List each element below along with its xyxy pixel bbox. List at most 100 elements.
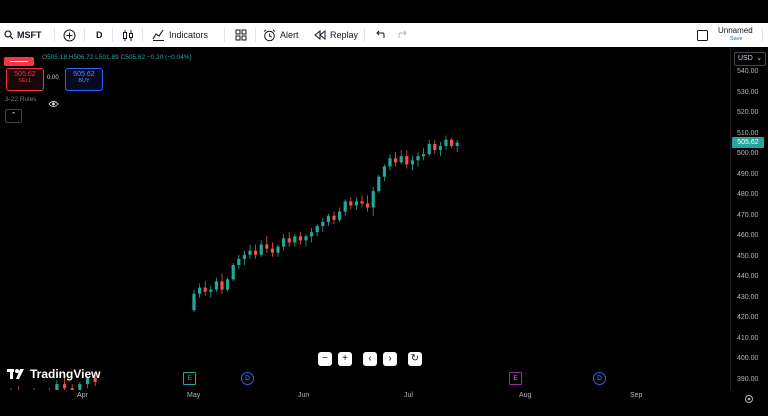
price-tick-label: 440.00 (737, 273, 759, 281)
price-tick-label: 430.00 (737, 293, 759, 301)
candle-up (444, 139, 448, 146)
toolbar-divider (364, 28, 365, 42)
earnings-event-marker[interactable]: E (509, 372, 522, 385)
price-tick-label: 500.00 (737, 150, 759, 158)
redo-button[interactable] (398, 23, 409, 47)
zoom-out-button[interactable]: − (318, 352, 332, 366)
checkbox-icon (697, 29, 708, 41)
price-tick-label: 490.00 (737, 170, 759, 178)
time-tick-label: Sep (630, 392, 643, 399)
reset-chart-button[interactable]: ↻ (408, 352, 422, 366)
candle-up (304, 236, 308, 241)
time-tick-label: Jun (298, 392, 310, 399)
dividend-event-marker[interactable]: D (593, 372, 606, 385)
candle-down (360, 201, 364, 204)
low-value: 501.89 (98, 54, 119, 61)
time-tick-label: May (187, 392, 201, 399)
candle-up (237, 258, 241, 266)
candlestick-chart[interactable] (0, 48, 730, 390)
candlestick-icon (122, 29, 134, 42)
chevron-left-icon: ‹ (368, 353, 372, 364)
save-label[interactable]: Save (730, 36, 743, 42)
tradingview-logo-icon (7, 369, 24, 379)
symbol-label: MSFT (17, 30, 42, 40)
chart-type-button[interactable] (122, 23, 134, 47)
candle-down (287, 238, 291, 243)
candle-up (209, 289, 213, 292)
earnings-event-marker[interactable]: E (183, 372, 196, 385)
save-layout-button[interactable] (697, 23, 708, 47)
sell-button[interactable]: 505.62 SELL (6, 68, 44, 91)
search-icon (4, 30, 14, 40)
candle-up (427, 143, 431, 155)
candle-up (371, 191, 375, 208)
candle-down (394, 158, 398, 163)
candle-up (214, 281, 218, 290)
plus-icon: + (342, 353, 348, 364)
buy-button[interactable]: 505.62 BUY (65, 68, 103, 91)
price-tick-label: 410.00 (737, 334, 759, 342)
candle-up (377, 176, 381, 192)
candle-down (203, 287, 207, 292)
tradingview-logo[interactable]: TradingView (7, 367, 100, 381)
candle-up (78, 384, 82, 390)
gear-icon[interactable] (744, 391, 754, 409)
buy-label: BUY (78, 78, 90, 84)
collapse-legend-button[interactable]: ⌃ (5, 109, 22, 123)
candle-up (438, 145, 442, 151)
refresh-icon: ↻ (410, 353, 420, 364)
alert-button[interactable]: Alert (263, 23, 299, 47)
symbol-search-button[interactable]: MSFT (4, 23, 42, 47)
buy-price: 505.62 (73, 71, 95, 78)
chevron-right-icon: › (388, 353, 392, 364)
candle-down (332, 215, 336, 220)
compare-symbol-button[interactable] (63, 23, 76, 47)
sell-label: SELL (18, 78, 32, 84)
price-tick-label: 480.00 (737, 191, 759, 199)
candle-down (450, 139, 454, 146)
replay-button[interactable]: Replay (314, 23, 358, 47)
last-price-label: 505.62 (732, 137, 764, 148)
candle-up (354, 201, 358, 206)
alert-label: Alert (280, 30, 299, 40)
chevron-up-icon: ⌃ (10, 112, 17, 119)
candle-down (62, 384, 67, 389)
candle-down (298, 236, 302, 241)
layouts-button[interactable] (235, 23, 247, 47)
indicators-label: Indicators (169, 30, 209, 40)
layout-name[interactable]: Unnamed (718, 26, 753, 35)
zoom-in-button[interactable]: + (338, 352, 352, 366)
minus-icon: − (322, 353, 328, 364)
price-tick-label: 520.00 (737, 109, 759, 117)
replay-label: Replay (330, 30, 359, 40)
candle-up (382, 166, 386, 177)
price-tick-label: 510.00 (737, 129, 759, 137)
candle-up (226, 279, 230, 290)
currency-select[interactable]: USD ⌄ (734, 52, 766, 66)
candle-down (405, 156, 409, 165)
candle-down (349, 201, 353, 206)
scroll-left-button[interactable]: ‹ (363, 352, 377, 366)
close-value: 505.62 (125, 54, 146, 61)
candle-up (315, 226, 319, 233)
undo-button[interactable] (374, 23, 385, 47)
indicator-legend-label: 3-22 Rules (5, 96, 37, 103)
candle-up (310, 232, 314, 237)
toolbar-divider (762, 28, 763, 42)
candle-up (248, 250, 252, 255)
dividend-event-marker[interactable]: D (241, 372, 254, 385)
candle-down (433, 143, 437, 151)
indicators-button[interactable]: Indicators (152, 23, 208, 47)
candle-up (321, 221, 325, 226)
scroll-right-button[interactable]: › (383, 352, 397, 366)
candle-up (416, 156, 420, 161)
candle-down (366, 203, 370, 208)
candle-up (55, 384, 59, 390)
grid-layout-icon (235, 29, 247, 41)
eye-icon[interactable] (48, 95, 59, 113)
interval-button[interactable]: D (96, 23, 103, 47)
price-tick-label: 530.00 (737, 88, 759, 96)
toolbar-divider (54, 28, 55, 42)
price-tick-label: 540.00 (737, 68, 759, 75)
candle-down (265, 244, 269, 249)
